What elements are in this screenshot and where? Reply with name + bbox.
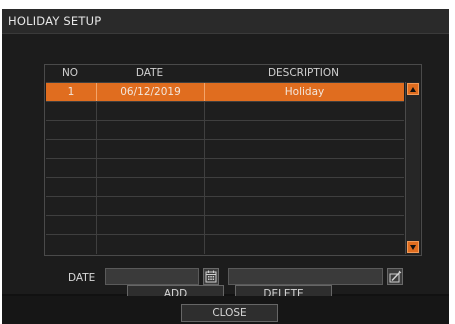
calendar-icon bbox=[205, 270, 217, 283]
table-scrollbar[interactable] bbox=[405, 82, 420, 254]
column-header-date: DATE bbox=[135, 67, 164, 79]
table-row[interactable] bbox=[46, 235, 404, 253]
down-arrow-icon bbox=[410, 245, 416, 250]
table-row[interactable] bbox=[46, 197, 404, 215]
edit-button[interactable] bbox=[387, 268, 403, 285]
date-input[interactable] bbox=[105, 268, 199, 285]
holiday-setup-window: HOLIDAY SETUP NO DATE DESCRIPTION 1 06/1… bbox=[2, 9, 449, 324]
column-header-description: DESCRIPTION bbox=[267, 67, 340, 79]
table-row[interactable] bbox=[46, 121, 404, 139]
row-no: 1 bbox=[67, 86, 75, 98]
table-row[interactable] bbox=[46, 178, 404, 196]
table-row[interactable] bbox=[46, 140, 404, 158]
dialog-content: NO DATE DESCRIPTION 1 06/12/2019 Holiday… bbox=[2, 34, 449, 303]
title-bar: HOLIDAY SETUP bbox=[2, 9, 449, 34]
table-row[interactable] bbox=[46, 216, 404, 234]
description-input[interactable] bbox=[228, 268, 383, 285]
row-date: 06/12/2019 bbox=[120, 86, 181, 98]
column-header-no: NO bbox=[61, 67, 79, 79]
table-row[interactable] bbox=[46, 159, 404, 177]
table-row[interactable] bbox=[46, 102, 404, 120]
up-arrow-icon bbox=[410, 87, 416, 92]
table-header: NO DATE DESCRIPTION bbox=[45, 65, 403, 81]
footer: CLOSE bbox=[2, 296, 449, 324]
calendar-button[interactable] bbox=[203, 268, 219, 285]
row-description: Holiday bbox=[284, 86, 325, 98]
table-row[interactable]: 1 06/12/2019 Holiday bbox=[46, 83, 404, 101]
edit-icon bbox=[389, 270, 402, 283]
close-button[interactable]: CLOSE bbox=[181, 304, 278, 322]
scroll-down-button[interactable] bbox=[407, 241, 419, 253]
window-title: HOLIDAY SETUP bbox=[8, 14, 102, 28]
date-label: DATE bbox=[68, 272, 96, 284]
holiday-table: NO DATE DESCRIPTION 1 06/12/2019 Holiday bbox=[44, 64, 422, 256]
scroll-up-button[interactable] bbox=[407, 83, 419, 95]
